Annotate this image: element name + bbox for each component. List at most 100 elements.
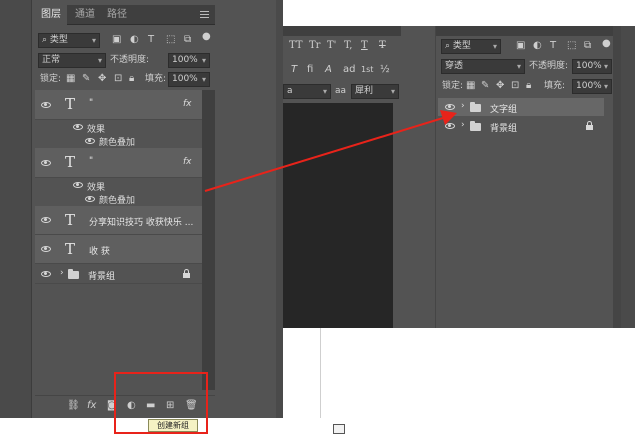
visibility-eye-icon[interactable] [85, 196, 95, 202]
layer-row-selected[interactable]: › 文字组 [438, 98, 604, 116]
layer-row[interactable]: T 收 获 [35, 235, 202, 264]
strikethrough-button[interactable]: T [379, 40, 386, 52]
link-icon[interactable]: ⛓ [67, 400, 80, 411]
lock-transparent-icon[interactable]: ▦ [466, 80, 475, 92]
effect-color-overlay[interactable]: 颜色叠加 [99, 135, 135, 148]
visibility-eye-icon[interactable] [445, 104, 455, 110]
layer-row[interactable]: T " fx [35, 90, 202, 120]
antialias-value: 犀利 [355, 86, 374, 96]
search-icon: ⌕ [42, 35, 50, 45]
stylistic-alternates-button[interactable]: ad [343, 64, 355, 76]
tab-layers[interactable]: 图层 [35, 5, 67, 25]
image-filter-icon[interactable]: ▣ [112, 34, 121, 46]
opacity-input[interactable]: 100% ▾ [572, 59, 612, 74]
opacity-label: 不透明度: [110, 55, 150, 65]
kind-filter-select[interactable]: ⌕ 类型 ▾ [38, 33, 100, 48]
chevron-down-icon: ▾ [390, 87, 395, 96]
chevron-right-icon[interactable]: › [461, 101, 465, 111]
small-caps-button[interactable]: Tr [309, 40, 320, 52]
blend-mode-select[interactable]: 穿透 ▾ [441, 59, 525, 74]
all-caps-button[interactable]: TT [289, 40, 303, 52]
layer-row[interactable]: T " fx [35, 148, 202, 178]
lock-transparent-icon[interactable]: ▦ [66, 73, 75, 85]
type-filter-icon[interactable]: T [148, 34, 154, 46]
smart-object-filter-icon[interactable]: ⧉ [584, 40, 591, 52]
chevron-right-icon[interactable]: › [60, 268, 64, 278]
kind-filter-select[interactable]: ⌕ 类型 ▾ [441, 39, 501, 54]
layer-effects: 效果 颜色叠加 [35, 178, 202, 206]
kind-filter-value: 类型 [49, 35, 68, 45]
image-filter-icon[interactable]: ▣ [516, 40, 525, 52]
filter-toggle-icon[interactable]: ● [202, 31, 211, 43]
adjustment-filter-icon[interactable]: ◐ [130, 34, 139, 46]
subscript-button[interactable]: T, [344, 40, 352, 52]
effect-color-overlay[interactable]: 颜色叠加 [99, 193, 135, 206]
language-select[interactable]: a ▾ [283, 84, 331, 99]
superscript-button[interactable]: T' [327, 40, 336, 52]
folder-icon [68, 269, 79, 279]
underline-button[interactable]: T [361, 40, 368, 52]
layer-name: 文字组 [490, 105, 518, 115]
shape-filter-icon[interactable]: ⬚ [567, 40, 576, 52]
filter-toggle-icon[interactable]: ● [602, 38, 611, 50]
layer-row[interactable]: › 背景组 [35, 264, 202, 284]
right-scrollbar[interactable] [613, 26, 621, 328]
chevron-right-icon[interactable]: › [461, 120, 465, 130]
layers-panel-tabs: 图层 通道 路径 [35, 5, 215, 25]
shape-filter-icon[interactable]: ⬚ [166, 34, 175, 46]
blend-mode-value: 正常 [42, 55, 61, 65]
antialias-select[interactable]: 犀利 ▾ [351, 84, 399, 99]
fx-icon[interactable]: fx [183, 99, 192, 109]
visibility-eye-icon[interactable] [445, 123, 455, 129]
visibility-eye-icon[interactable] [73, 182, 83, 188]
ligature-button[interactable]: fi [307, 64, 313, 76]
fill-input[interactable]: 100% ▾ [572, 79, 612, 94]
fill-label: 填充: [544, 81, 566, 91]
lock-all-icon[interactable]: 🔒︎ [526, 80, 531, 92]
visibility-eye-icon[interactable] [41, 271, 51, 277]
chevron-down-icon: ▾ [603, 82, 608, 91]
fx-icon[interactable]: fx [87, 400, 96, 411]
fill-input[interactable]: 100% ▾ [168, 72, 210, 87]
layer-row[interactable]: › 背景组 [438, 117, 604, 134]
layer-row[interactable]: T 分享知识技巧 收获快乐 ... [35, 206, 202, 235]
visibility-eye-icon[interactable] [41, 246, 51, 252]
right-edge [621, 26, 635, 328]
panel-toggle-icon[interactable] [333, 424, 345, 434]
visibility-eye-icon[interactable] [41, 217, 51, 223]
layers-scrollbar[interactable] [202, 90, 215, 390]
layer-name: 背景组 [88, 272, 116, 282]
blend-mode-select[interactable]: 正常 ▾ [38, 53, 106, 68]
lock-artboard-icon[interactable]: ⊡ [114, 73, 122, 85]
fill-value: 100% [172, 74, 198, 84]
lock-move-icon[interactable]: ✥ [496, 80, 504, 92]
ordinals-button[interactable]: 1st [361, 64, 373, 76]
opacity-input[interactable]: 100% ▾ [168, 53, 210, 68]
blend-mode-value: 穿透 [445, 61, 464, 71]
layer-name: 分享知识技巧 收获快乐 ... [89, 218, 194, 228]
lock-all-icon[interactable]: 🔒︎ [129, 73, 134, 85]
fx-icon[interactable]: fx [183, 157, 192, 167]
visibility-eye-icon[interactable] [41, 160, 51, 166]
antialias-icon: aa [335, 86, 347, 96]
tab-paths[interactable]: 路径 [101, 5, 133, 25]
panel-menu-icon[interactable] [200, 11, 209, 18]
lock-brush-icon[interactable]: ✎ [481, 80, 489, 92]
lock-move-icon[interactable]: ✥ [98, 73, 106, 85]
tab-channels[interactable]: 通道 [69, 5, 101, 25]
lock-brush-icon[interactable]: ✎ [82, 73, 90, 85]
visibility-eye-icon[interactable] [85, 138, 95, 144]
window-scrollbar[interactable] [276, 0, 283, 418]
visibility-eye-icon[interactable] [73, 124, 83, 130]
type-filter-icon[interactable]: T [550, 40, 556, 52]
faux-italic-button[interactable]: T [291, 64, 297, 76]
lock-artboard-icon[interactable]: ⊡ [511, 80, 519, 92]
tooltip: 创建新组 [148, 419, 198, 432]
opacity-value: 100% [172, 55, 198, 65]
adjustment-filter-icon[interactable]: ◐ [533, 40, 542, 52]
swash-button[interactable]: A [325, 64, 332, 76]
visibility-eye-icon[interactable] [41, 102, 51, 108]
smart-object-filter-icon[interactable]: ⧉ [184, 34, 191, 46]
fractions-button[interactable]: ½ [380, 64, 390, 76]
layer-name: 收 获 [89, 247, 110, 257]
